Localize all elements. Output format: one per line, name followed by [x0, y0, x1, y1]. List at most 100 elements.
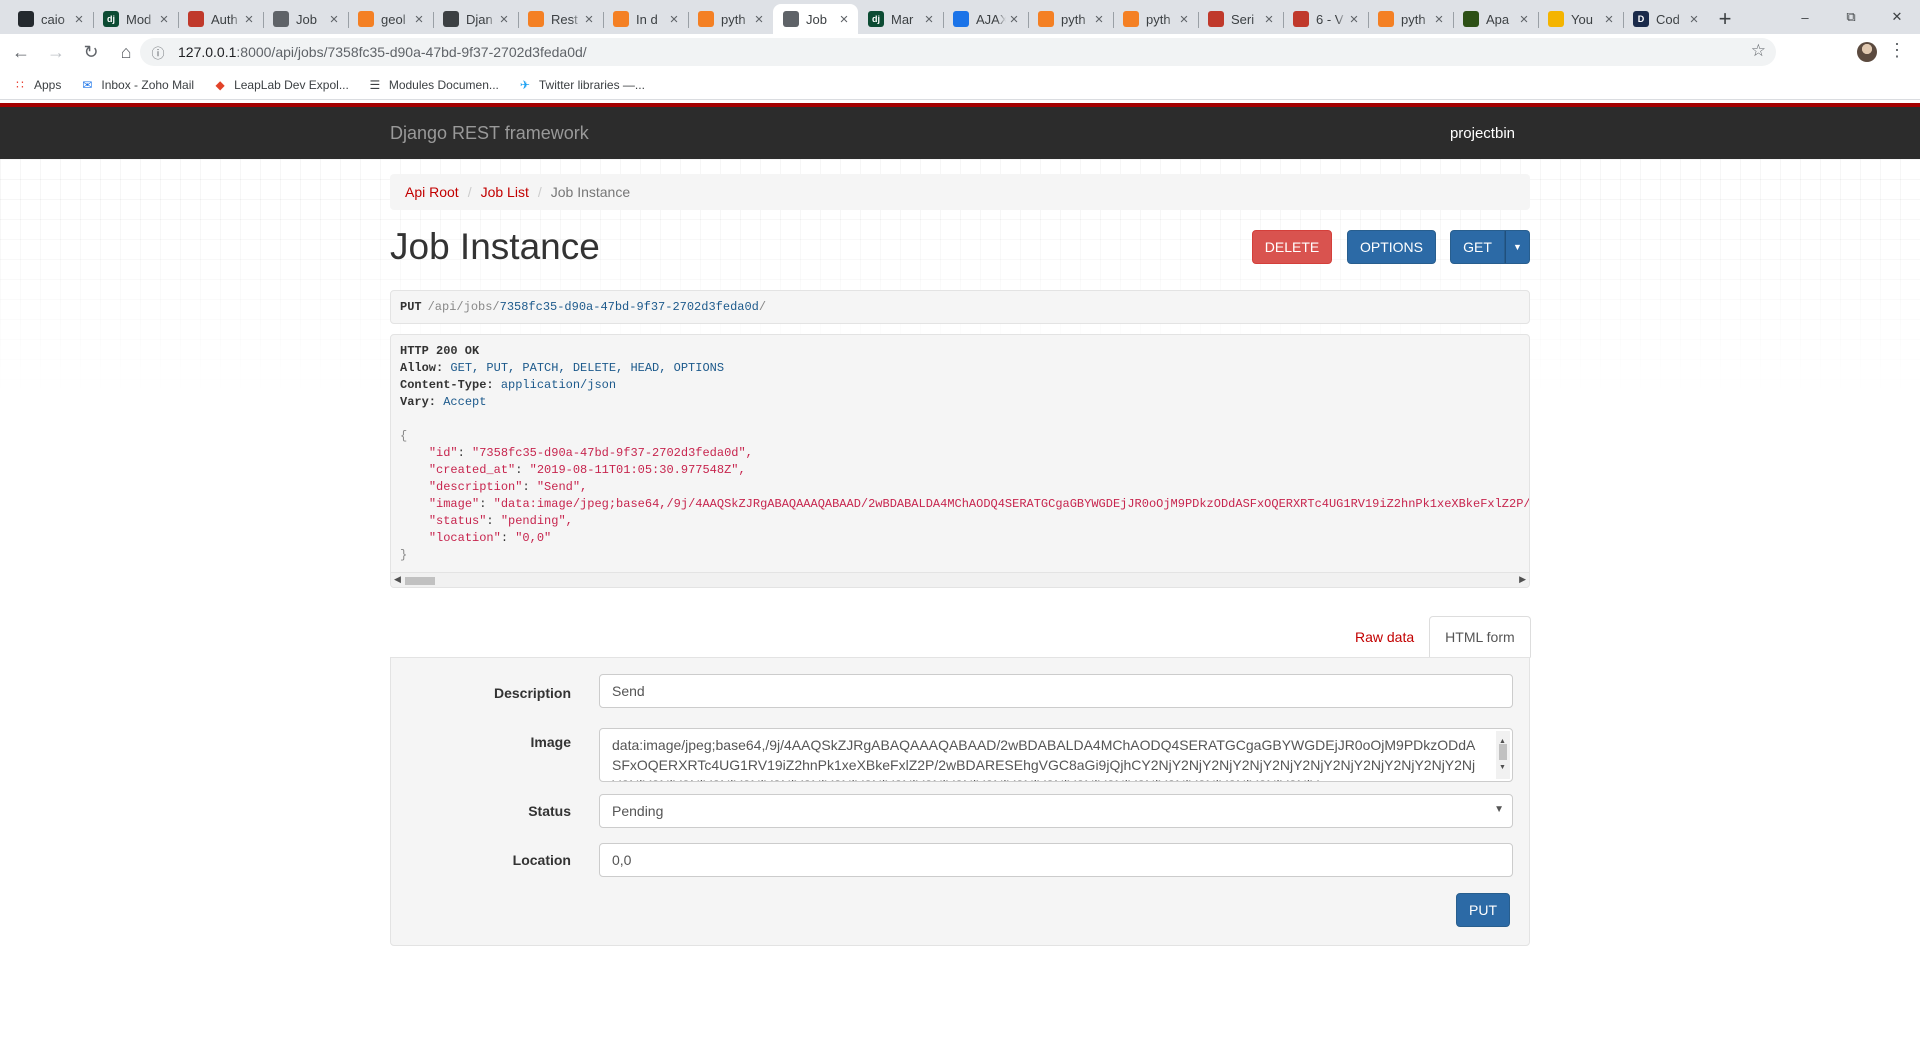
browser-tab[interactable]: D Cod × — [1623, 4, 1708, 34]
request-path-suffix: / — [758, 300, 767, 314]
bookmark-item[interactable]: ✉ Inbox - Zoho Mail — [79, 77, 194, 93]
browser-tab-title: pyth — [1146, 11, 1171, 27]
json-key: "status" — [428, 514, 487, 528]
close-tab-icon[interactable]: × — [836, 11, 852, 28]
browser-tab[interactable]: In d × — [603, 4, 688, 34]
delete-button[interactable]: DELETE — [1252, 230, 1332, 264]
browser-tab-title: Cod — [1656, 11, 1680, 27]
breadcrumb-job-list[interactable]: Job List — [481, 184, 529, 200]
browser-tab[interactable]: geol × — [348, 4, 433, 34]
brand-link[interactable]: Django REST framework — [390, 123, 589, 144]
description-input[interactable]: Send — [599, 674, 1513, 708]
scroll-right-icon[interactable]: ▶ — [1519, 574, 1526, 585]
close-tab-icon[interactable]: × — [751, 11, 767, 28]
django-icon: dj — [868, 11, 884, 27]
restore-icon[interactable]: ⧉ — [1828, 0, 1874, 34]
bookmark-label: LeapLab Dev Expol... — [234, 77, 349, 92]
browser-tab[interactable]: Rest × — [518, 4, 603, 34]
browser-tab[interactable]: pyth × — [1028, 4, 1113, 34]
browser-tab-title: caio — [41, 11, 65, 27]
close-tab-icon[interactable]: × — [666, 11, 682, 28]
reload-icon[interactable]: ↻ — [77, 38, 105, 66]
close-tab-icon[interactable]: × — [921, 11, 937, 28]
options-button[interactable]: OPTIONS — [1347, 230, 1436, 264]
user-menu[interactable]: projectbin — [1450, 125, 1515, 142]
html-form: Description Send Image data:image/jpeg;b… — [390, 657, 1530, 946]
json-value: "pending", — [500, 514, 573, 528]
close-tab-icon[interactable]: × — [1686, 11, 1702, 28]
browser-tab[interactable]: Seri × — [1198, 4, 1283, 34]
textarea-scrollbar[interactable]: ▲ ▼ — [1496, 731, 1510, 779]
image-value: data:image/jpeg;base64,/9j/4AAQSkZJRgABA… — [612, 737, 1476, 781]
tab-raw-data[interactable]: Raw data — [1340, 616, 1429, 658]
close-tab-icon[interactable]: × — [1601, 11, 1617, 28]
browser-tab[interactable]: Job × — [773, 4, 858, 34]
profile-avatar[interactable] — [1857, 42, 1877, 62]
close-tab-icon[interactable]: × — [411, 11, 427, 28]
browser-tab[interactable]: Apa × — [1453, 4, 1538, 34]
close-tab-icon[interactable]: × — [1346, 11, 1362, 28]
address-bar[interactable]: ⓘ 127.0.0.1:8000/api/jobs/7358fc35-d90a-… — [140, 38, 1776, 66]
header-value: application/json — [500, 378, 617, 392]
browser-tab[interactable]: pyth × — [688, 4, 773, 34]
apps-grid-icon: ∷ — [16, 77, 24, 92]
site-info-icon[interactable]: ⓘ — [146, 43, 170, 62]
red-dot-icon — [188, 11, 204, 27]
response-horizontal-scrollbar[interactable]: ◀ ▶ — [391, 572, 1529, 587]
back-icon[interactable]: ← — [7, 38, 35, 66]
browser-tab-title: Job — [806, 11, 827, 27]
scroll-down-icon[interactable]: ▼ — [1499, 758, 1506, 778]
new-tab-icon[interactable]: + — [1708, 4, 1742, 34]
bookmark-item[interactable]: ✈ Twitter libraries —... — [517, 77, 645, 93]
browser-tab[interactable]: dj Mar × — [858, 4, 943, 34]
browser-tab[interactable]: pyth × — [1368, 4, 1453, 34]
close-tab-icon[interactable]: × — [1006, 11, 1022, 28]
location-input[interactable]: 0,0 — [599, 843, 1513, 877]
browser-tab[interactable]: Auth × — [178, 4, 263, 34]
close-tab-icon[interactable]: × — [496, 11, 512, 28]
scroll-left-icon[interactable]: ◀ — [394, 574, 401, 585]
browser-tab[interactable]: AJAX × — [943, 4, 1028, 34]
get-format-dropdown-icon[interactable]: ▼ — [1505, 230, 1530, 264]
close-tab-icon[interactable]: × — [326, 11, 342, 28]
browser-tab[interactable]: Djan × — [433, 4, 518, 34]
request-path-prefix: /api/jobs/ — [427, 300, 500, 314]
bookmark-item[interactable]: ☰ Modules Documen... — [367, 77, 498, 93]
github-icon — [18, 11, 34, 27]
close-tab-icon[interactable]: × — [156, 11, 172, 28]
browser-tab[interactable]: pyth × — [1113, 4, 1198, 34]
close-tab-icon[interactable]: × — [1516, 11, 1532, 28]
bookmark-star-icon[interactable]: ☆ — [1751, 41, 1766, 61]
image-textarea[interactable]: data:image/jpeg;base64,/9j/4AAQSkZJRgABA… — [599, 728, 1513, 782]
browser-menu-icon[interactable]: ⋮ — [1888, 40, 1906, 61]
browser-tab-title: AJAX — [976, 11, 1006, 27]
get-button[interactable]: GET — [1450, 230, 1505, 264]
close-tab-icon[interactable]: × — [1431, 11, 1447, 28]
close-tab-icon[interactable]: × — [1176, 11, 1192, 28]
tab-html-form[interactable]: HTML form — [1429, 616, 1531, 658]
bookmark-item[interactable]: ◆ LeapLab Dev Expol... — [212, 77, 349, 93]
browser-tab[interactable]: You × — [1538, 4, 1623, 34]
forward-icon[interactable]: → — [42, 38, 70, 66]
close-tab-icon[interactable]: × — [241, 11, 257, 28]
browser-tab[interactable]: 6 - V × — [1283, 4, 1368, 34]
close-window-icon[interactable]: ✕ — [1874, 0, 1920, 34]
browser-tab[interactable]: dj Mod × — [93, 4, 178, 34]
close-tab-icon[interactable]: × — [581, 11, 597, 28]
browser-tab-title: Auth — [211, 11, 238, 27]
close-tab-icon[interactable]: × — [1091, 11, 1107, 28]
browser-tab[interactable]: caio × — [8, 4, 93, 34]
bookmark-item[interactable]: ∷ Apps — [12, 77, 61, 93]
put-submit-button[interactable]: PUT — [1456, 893, 1510, 927]
header-name: Allow: — [400, 361, 444, 375]
browser-tab[interactable]: Job × — [263, 4, 348, 34]
close-tab-icon[interactable]: × — [71, 11, 87, 28]
home-icon[interactable]: ⌂ — [112, 38, 140, 66]
close-tab-icon[interactable]: × — [1261, 11, 1277, 28]
request-method: PUT — [400, 300, 422, 314]
django-icon: dj — [103, 11, 119, 27]
status-select[interactable]: Pending ▼ — [599, 794, 1513, 828]
minimize-icon[interactable]: – — [1782, 0, 1828, 34]
scrollbar-thumb[interactable] — [405, 577, 435, 585]
breadcrumb-api-root[interactable]: Api Root — [405, 184, 459, 200]
